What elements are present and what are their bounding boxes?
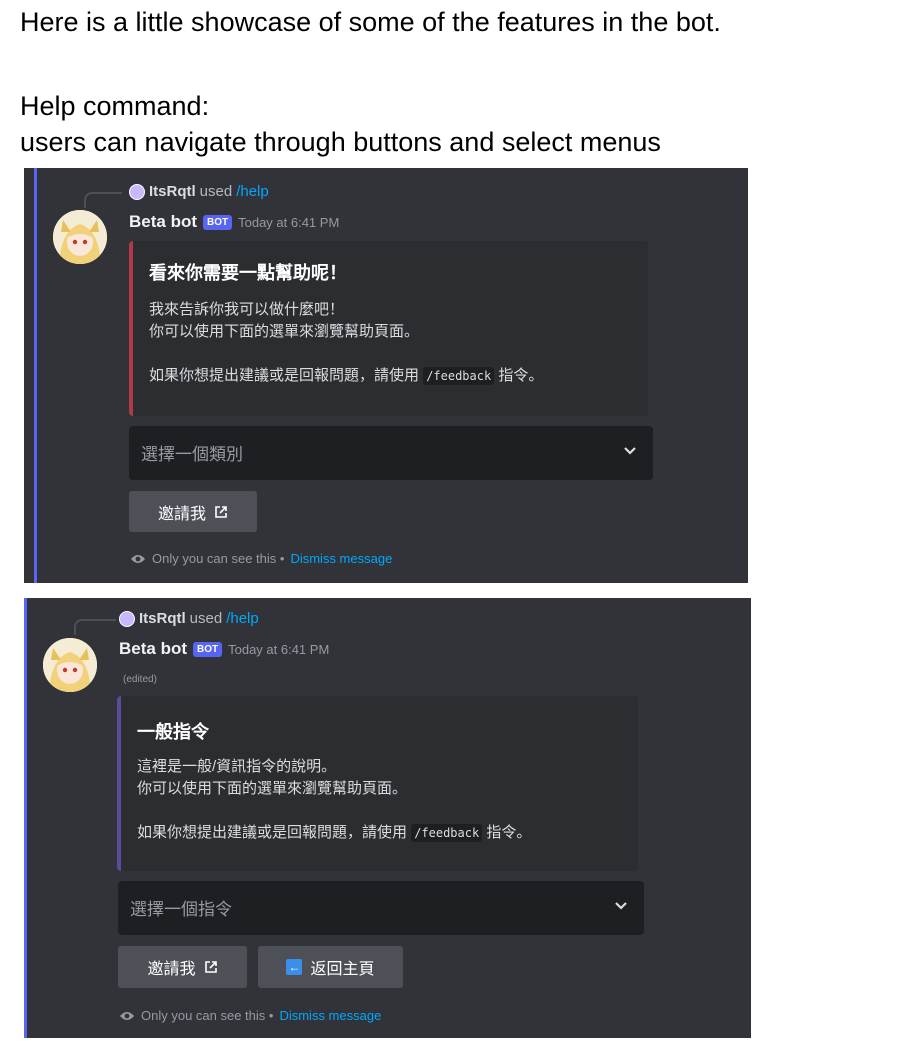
message-header: Beta bot BOT Today at 6:41 PM [129, 212, 339, 232]
embed-line-1: 我來告訴你我可以做什麼吧！ [149, 301, 345, 318]
help-embed: 一般指令 這裡是一般/資訊指令的說明。 你可以使用下面的選單來瀏覽幫助頁面。 如… [117, 696, 638, 871]
avatar[interactable] [53, 210, 107, 264]
reply-context[interactable]: ItsRqtl used /help [129, 183, 269, 200]
embed-line-3-prefix: 如果你想提出建議或是回報問題，請使用 [137, 824, 408, 841]
highlight-bar [34, 168, 37, 583]
help-embed: 看來你需要一點幫助呢！ 我來告訴你我可以做什麼吧！ 你可以使用下面的選單來瀏覽幫… [129, 241, 648, 416]
select-placeholder: 選擇一個類別 [141, 445, 243, 464]
chevron-down-icon [624, 447, 636, 455]
reply-context[interactable]: ItsRqtl used /help [119, 610, 259, 627]
embed-description: 我來告訴你我可以做什麼吧！ 你可以使用下面的選單來瀏覽幫助頁面。 如果你想提出建… [149, 299, 543, 387]
external-link-icon [215, 505, 227, 518]
dismiss-message-link[interactable]: Dismiss message [279, 1008, 381, 1023]
timestamp[interactable]: Today at 6:41 PM [228, 642, 329, 657]
back-to-home-button[interactable]: ← 返回主頁 [258, 946, 403, 988]
avatar-image [43, 638, 97, 692]
highlight-bar [24, 598, 27, 1038]
back-arrow-icon: ← [286, 959, 303, 975]
embed-line-1: 這裡是一般/資訊指令的說明。 [137, 758, 337, 775]
discord-screenshot-1: ItsRqtl used /help Beta bot BOT Today at… [24, 168, 748, 583]
reply-username[interactable]: ItsRqtl [139, 610, 186, 627]
eye-icon [131, 554, 145, 563]
command-select-menu[interactable]: 選擇一個指令 [118, 881, 644, 935]
ephemeral-notice: Only you can see this • Dismiss message [130, 551, 392, 566]
timestamp[interactable]: Today at 6:41 PM [238, 215, 339, 230]
bot-name[interactable]: Beta bot [119, 639, 187, 659]
bot-badge: BOT [203, 214, 233, 230]
embed-line-3-suffix: 指令。 [498, 367, 544, 384]
embed-title: 看來你需要一點幫助呢！ [149, 263, 347, 283]
category-select-menu[interactable]: 選擇一個類別 [129, 426, 653, 480]
chevron-down-icon [615, 902, 627, 910]
reply-avatar [129, 183, 145, 200]
invite-button-label: 邀請我 [147, 961, 196, 978]
section-title: Help command: [20, 91, 210, 121]
reply-command[interactable]: /help [236, 183, 269, 200]
invite-button-label: 邀請我 [157, 505, 206, 523]
embed-line-3: 如果你想提出建議或是回報問題，請使用 /feedback 指令。 [149, 365, 543, 387]
bot-badge: BOT [193, 641, 223, 657]
embed-color-bar [129, 241, 133, 416]
reply-connector [84, 192, 122, 208]
avatar-image [53, 210, 107, 264]
embed-color-bar [117, 696, 121, 871]
embed-line-3: 如果你想提出建議或是回報問題，請使用 /feedback 指令。 [137, 822, 531, 844]
invite-button[interactable]: 邀請我 [129, 491, 257, 532]
edited-label: (edited) [123, 674, 157, 685]
embed-description: 這裡是一般/資訊指令的說明。 你可以使用下面的選單來瀏覽幫助頁面。 如果你想提出… [137, 756, 531, 844]
reply-username[interactable]: ItsRqtl [149, 183, 196, 200]
discord-screenshot-2: ItsRqtl used /help Beta bot BOT Today at… [24, 598, 751, 1038]
ephemeral-text: Only you can see this • [152, 551, 285, 566]
ephemeral-notice: Only you can see this • Dismiss message [119, 1008, 381, 1023]
reply-avatar [119, 610, 135, 627]
avatar[interactable] [43, 638, 97, 692]
feedback-command-code: /feedback [423, 367, 495, 385]
embed-line-3-prefix: 如果你想提出建議或是回報問題，請使用 [149, 367, 420, 384]
message-header: Beta bot BOT Today at 6:41 PM [119, 639, 329, 659]
reply-used-text: used [199, 183, 233, 200]
embed-line-2: 你可以使用下面的選單來瀏覽幫助頁面。 [137, 780, 408, 797]
reply-command[interactable]: /help [226, 610, 259, 627]
bot-name[interactable]: Beta bot [129, 212, 197, 232]
back-button-label: 返回主頁 [310, 961, 375, 978]
reply-used-text: used [189, 610, 223, 627]
eye-icon [120, 1011, 134, 1020]
reply-connector [74, 619, 116, 635]
external-link-icon [204, 961, 217, 973]
embed-title: 一般指令 [137, 722, 209, 742]
section-description: users can navigate through buttons and s… [20, 127, 661, 157]
dismiss-message-link[interactable]: Dismiss message [290, 551, 392, 566]
embed-line-3-suffix: 指令。 [486, 824, 532, 841]
invite-button[interactable]: 邀請我 [118, 946, 247, 988]
select-placeholder: 選擇一個指令 [130, 900, 232, 919]
intro-text: Here is a little showcase of some of the… [20, 7, 721, 37]
ephemeral-text: Only you can see this • [141, 1008, 274, 1023]
feedback-command-code: /feedback [411, 824, 483, 842]
embed-line-2: 你可以使用下面的選單來瀏覽幫助頁面。 [149, 323, 420, 340]
